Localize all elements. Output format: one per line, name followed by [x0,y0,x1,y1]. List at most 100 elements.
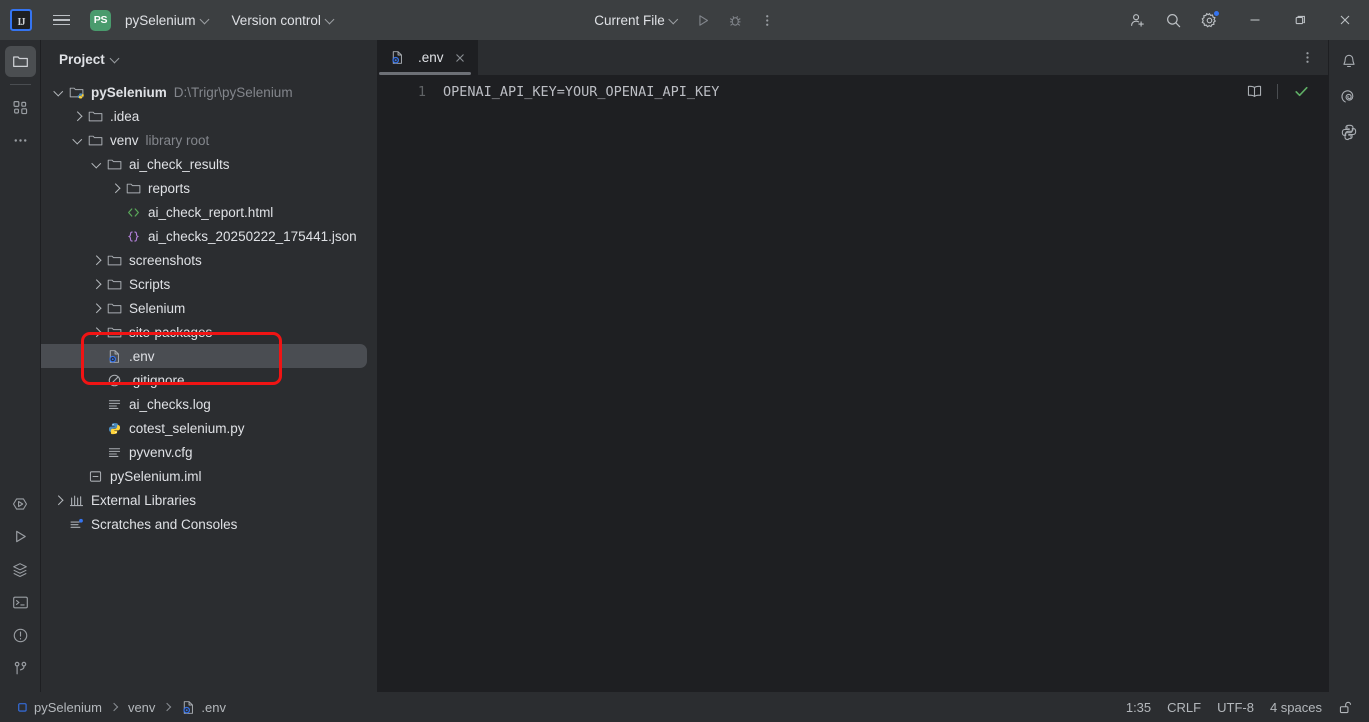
tree-row-ai_checks_log[interactable]: ai_checks.log [41,392,377,416]
breadcrumb-item[interactable]: pySelenium [12,698,106,717]
editor-tab-env[interactable]: .env [377,40,478,75]
services-tool-window-button[interactable] [5,554,36,585]
add-user-icon[interactable] [1122,6,1152,34]
debug-button[interactable] [720,6,750,34]
tree-row-external_libraries[interactable]: External Libraries [41,488,377,512]
tree-row-ai_check_report[interactable]: ai_check_report.html [41,200,377,224]
breadcrumb-item[interactable]: venv [124,698,159,717]
chevron-right-icon[interactable] [89,277,104,292]
version-control-tool-window-button[interactable] [5,653,36,684]
status-bar: pySelenium venv .env 1:35 CRLF UTF-8 4 spa… [0,692,1369,722]
run-tool-window-button[interactable] [5,521,36,552]
chevron-right-icon[interactable] [51,493,66,508]
problems-tool-window-button[interactable] [5,620,36,651]
project-view-selector[interactable]: Project [53,49,126,70]
chevron-right-icon[interactable] [89,301,104,316]
more-vertical-icon[interactable] [1292,44,1322,72]
notifications-tool-window-button[interactable] [1334,46,1365,77]
tree-row-ai_check_results[interactable]: ai_check_results [41,152,377,176]
chevron-right-icon[interactable] [89,325,104,340]
breadcrumb-item[interactable]: .env [177,698,230,717]
chevron-down-icon[interactable] [89,157,104,172]
module-folder-icon [68,84,85,101]
project-tree[interactable]: pySelenium D:\Trigr\pySelenium .idea venv li… [41,76,377,692]
close-icon[interactable] [1323,0,1367,40]
file-encoding[interactable]: UTF-8 [1209,697,1262,718]
line-separator[interactable]: CRLF [1159,697,1209,718]
search-icon[interactable] [1158,6,1188,34]
editor-code[interactable]: OPENAI_API_KEY=YOUR_OPENAI_API_KEY [439,76,1328,692]
tree-row-site_packages[interactable]: site-packages [41,320,377,344]
checkmark-icon[interactable] [1286,77,1316,105]
book-icon[interactable] [1239,77,1269,105]
divider [1277,83,1278,99]
tree-row-pySelenium-root[interactable]: pySelenium D:\Trigr\pySelenium [41,80,377,104]
python-file-icon [106,420,123,437]
tree-row-pyvenv_cfg[interactable]: pyvenv.cfg [41,440,377,464]
run-button[interactable] [688,6,718,34]
run-configuration-label: Current File [594,12,665,28]
ai-assistant-tool-window-button[interactable] [1334,81,1365,112]
line-number: 1 [417,84,426,100]
close-icon[interactable] [452,49,469,66]
tree-row-idea[interactable]: .idea [41,104,377,128]
tree-row-scratches[interactable]: Scratches and Consoles [41,512,377,536]
gear-icon[interactable] [1194,6,1224,34]
python-console-tool-window-button[interactable] [1334,116,1365,147]
folder-icon [106,300,123,317]
hamburger-menu-icon[interactable] [46,5,76,35]
version-control-dropdown[interactable]: Version control [225,7,342,33]
settings-notification-badge [1213,10,1220,17]
chevron-right-icon[interactable] [108,181,123,196]
tree-row-screenshots[interactable]: screenshots [41,248,377,272]
structure-tool-window-button[interactable] [5,92,36,123]
tree-row-gitignore[interactable]: .gitignore [41,368,377,392]
project-tool-window: Project pySelenium D:\Trigr\pySelenium .id… [41,40,377,692]
run-with-coverage-button[interactable] [5,488,36,519]
unlocked-padlock-icon[interactable] [1330,697,1359,718]
tree-row-scripts[interactable]: Scripts [41,272,377,296]
project-name-dropdown[interactable]: pySelenium [118,7,217,33]
indent-setting[interactable]: 4 spaces [1262,697,1330,718]
run-configuration-selector[interactable]: Current File [587,7,686,33]
pycharm-window: IJ PS pySelenium Version control Current… [0,0,1369,722]
more-actions-button[interactable] [752,6,782,34]
caret-position[interactable]: 1:35 [1118,697,1159,718]
editor-tab-bar: .env [377,40,1328,76]
tree-label: ai_check_report.html [148,204,274,220]
tree-label: .gitignore [129,372,185,388]
chevron-right-icon[interactable] [70,109,85,124]
tree-row-selenium[interactable]: Selenium [41,296,377,320]
version-control-label: Version control [231,12,321,28]
tree-row-env[interactable]: .env [41,344,367,368]
maximize-icon[interactable] [1278,0,1322,40]
folder-icon [87,132,104,149]
tree-label: pySelenium.iml [110,468,202,484]
title-bar-left: IJ PS pySelenium Version control [0,0,342,40]
terminal-tool-window-button[interactable] [5,587,36,618]
right-tool-stripe [1328,40,1369,692]
tree-row-ai_checks_json[interactable]: ai_checks_20250222_175441.json [41,224,377,248]
tree-label: screenshots [129,252,202,268]
tree-row-reports[interactable]: reports [41,176,377,200]
intellij-logo-icon: IJ [10,9,32,31]
tree-label: ai_check_results [129,156,230,172]
more-tool-windows-button[interactable] [5,125,36,156]
tree-row-venv[interactable]: venv library root [41,128,377,152]
folder-icon [106,324,123,341]
tree-row-cotest_selenium[interactable]: cotest_selenium.py [41,416,377,440]
tree-label: cotest_selenium.py [129,420,245,436]
minimize-icon[interactable] [1233,0,1277,40]
json-file-icon [125,228,142,245]
project-tool-window-button[interactable] [4,46,36,77]
folder-icon [106,252,123,269]
folder-icon [106,276,123,293]
chevron-down-icon[interactable] [70,133,85,148]
tree-row-pyselenium_iml[interactable]: pySelenium.iml [41,464,377,488]
chevron-down-icon[interactable] [51,85,66,100]
chevron-right-icon[interactable] [89,253,104,268]
status-bar-right: 1:35 CRLF UTF-8 4 spaces [1118,697,1359,718]
folder-icon [87,108,104,125]
